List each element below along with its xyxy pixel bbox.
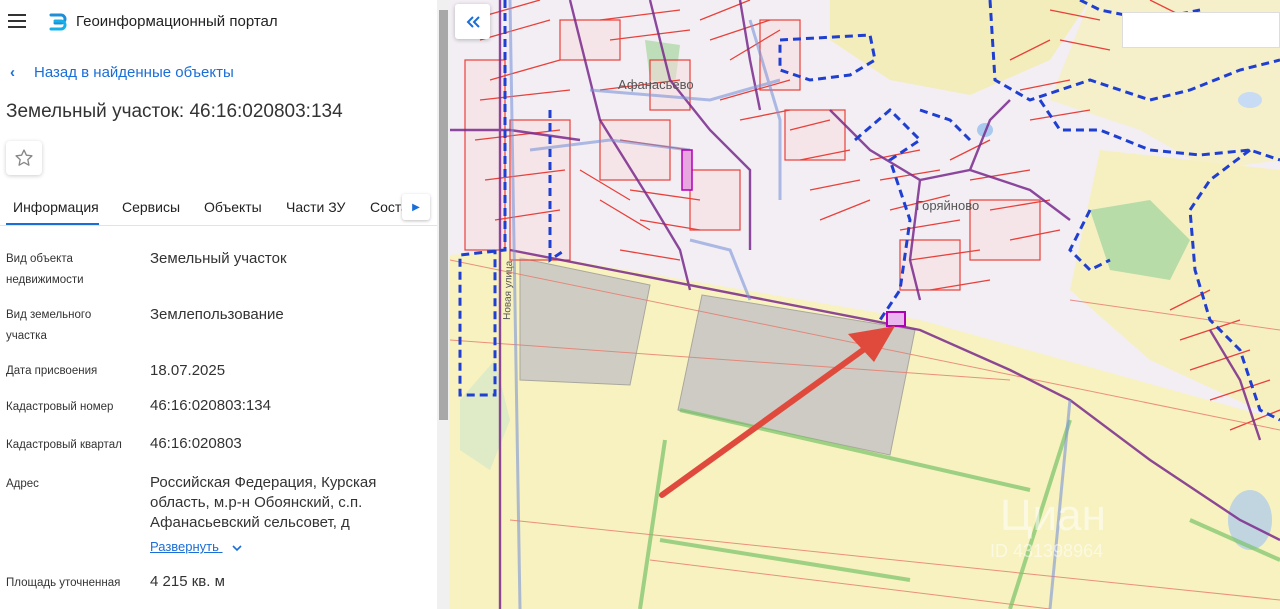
value-assign-date: 18.07.2025 bbox=[150, 362, 226, 379]
app-title: Геоинформационный портал bbox=[76, 13, 278, 30]
panel-scrollbar[interactable] bbox=[437, 0, 450, 609]
label-area: Площадь уточненная bbox=[6, 577, 121, 589]
portal-logo-icon bbox=[49, 13, 67, 31]
app-header: Геоинформационный портал bbox=[0, 0, 437, 44]
label-address: Адрес bbox=[6, 478, 39, 490]
tabs-scroll-right-button[interactable]: ▶ bbox=[402, 194, 430, 220]
value-cadastral-quarter: 46:16:020803 bbox=[150, 435, 242, 452]
map-label-afanasevo: Афанасьево bbox=[618, 77, 694, 92]
label-assign-date: Дата присвоения bbox=[6, 365, 98, 377]
label-parcel-type: Вид земельного участка bbox=[6, 309, 92, 342]
hamburger-menu-icon[interactable] bbox=[8, 14, 26, 28]
label-cadastral-number: Кадастровый номер bbox=[6, 401, 114, 413]
expand-label: Развернуть bbox=[150, 539, 219, 554]
tab-parcel-parts[interactable]: Части ЗУ bbox=[286, 199, 345, 215]
tab-information[interactable]: Информация bbox=[13, 199, 99, 215]
tab-services[interactable]: Сервисы bbox=[122, 199, 180, 215]
tab-bar: Информация Сервисы Объекты Части ЗУ Сост… bbox=[0, 190, 437, 226]
value-cadastral-number: 46:16:020803:134 bbox=[150, 397, 271, 414]
double-chevron-left-icon bbox=[466, 15, 480, 28]
chevron-down-icon bbox=[231, 544, 242, 551]
favorite-button[interactable] bbox=[6, 141, 42, 175]
value-object-type: Земельный участок bbox=[150, 250, 287, 267]
value-address: Российская Федерация, Курская область, м… bbox=[150, 474, 377, 531]
map-watermark: Циан bbox=[1000, 491, 1106, 540]
label-object-type: Вид объекта недвижимости bbox=[6, 253, 84, 286]
map-watermark-id: ID 431398964 bbox=[990, 541, 1103, 561]
caret-right-icon: ▶ bbox=[412, 201, 420, 213]
expand-address-link[interactable]: Развернуть bbox=[150, 539, 243, 554]
chevron-left-icon: ‹ bbox=[10, 64, 15, 81]
map-label-new-street: Новая улица bbox=[502, 260, 515, 320]
scrollbar-thumb[interactable] bbox=[439, 10, 448, 420]
map-view[interactable]: Афанасьево Горяйново Новая улица Циан ID… bbox=[450, 0, 1280, 609]
active-tab-indicator bbox=[6, 223, 99, 225]
back-link-label: Назад в найденные объекты bbox=[34, 64, 234, 81]
map-search-box[interactable] bbox=[1122, 12, 1280, 48]
star-icon bbox=[15, 149, 33, 166]
label-cadastral-quarter: Кадастровый квартал bbox=[6, 439, 122, 451]
back-to-results-link[interactable]: ‹ Назад в найденные объекты bbox=[10, 64, 234, 81]
info-panel: Геоинформационный портал ‹ Назад в найден… bbox=[0, 0, 437, 609]
value-area: 4 215 кв. м bbox=[150, 573, 225, 590]
collapse-panel-button[interactable] bbox=[455, 4, 490, 39]
page-title: Земельный участок: 46:16:020803:134 bbox=[6, 101, 343, 122]
tab-objects[interactable]: Объекты bbox=[204, 199, 262, 215]
value-parcel-type: Землепользование bbox=[150, 306, 284, 323]
map-label-goryainovo: Горяйново bbox=[916, 198, 979, 213]
map-canvas[interactable]: Афанасьево Горяйново Новая улица Циан ID… bbox=[450, 0, 1280, 609]
